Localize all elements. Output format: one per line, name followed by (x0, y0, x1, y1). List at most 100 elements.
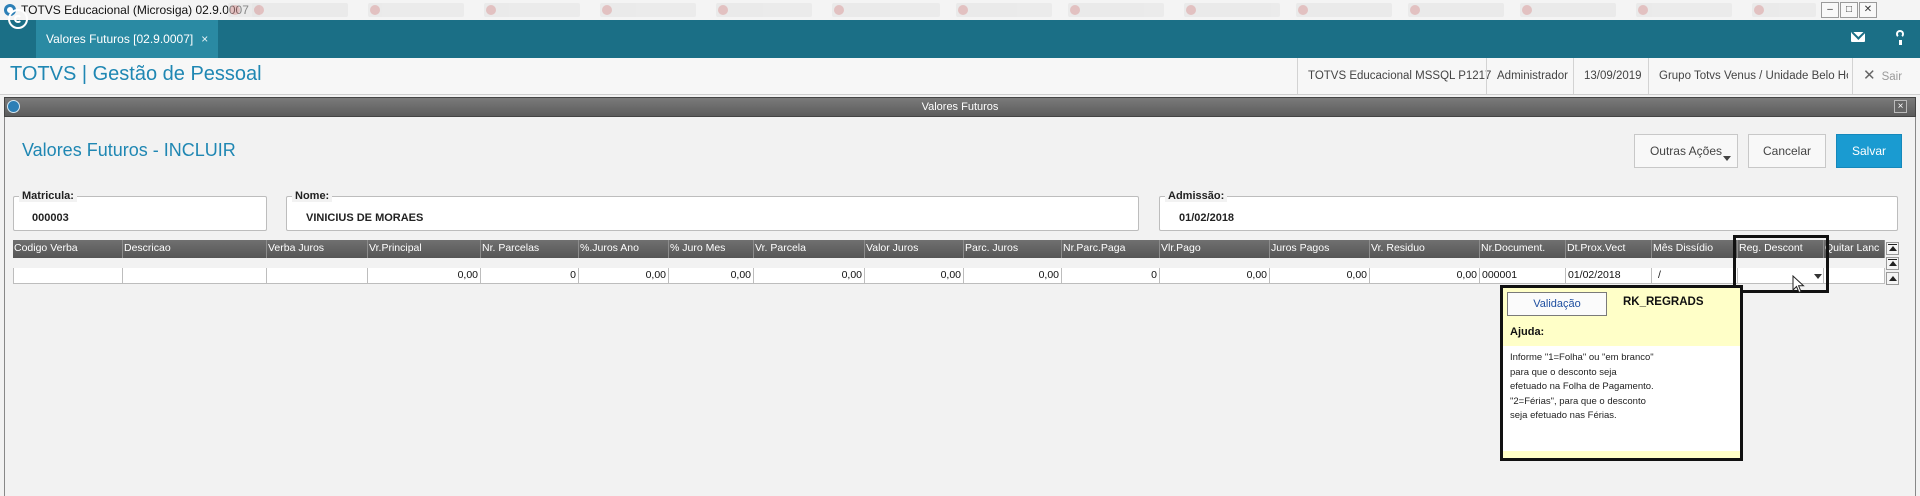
company-label: Grupo Totvs Venus / Unidade Belo Ho (1648, 58, 1848, 94)
background-taskbar-item (1068, 3, 1164, 17)
environment-label: TOTVS Educacional MSSQL P1217 (1297, 58, 1501, 94)
column-header[interactable]: %.Juros Ano (579, 240, 669, 258)
tab-label: Valores Futuros [02.9.0007] (46, 32, 194, 46)
cell-dt-prox-vect[interactable]: 01/02/2018 (1566, 268, 1652, 284)
background-taskbar-item (484, 3, 580, 17)
column-header[interactable]: Juros Pagos (1270, 240, 1370, 258)
background-taskbar-item (1408, 3, 1504, 17)
tab-valores-futuros[interactable]: Valores Futuros [02.9.0007] × (36, 20, 219, 58)
scroll-up-button[interactable] (1886, 272, 1899, 285)
background-taskbar-item (716, 3, 812, 17)
dialog-title: Valores Futuros (921, 101, 999, 113)
column-header[interactable]: Descricao (123, 240, 267, 258)
column-header[interactable]: Vr. Parcela (754, 240, 865, 258)
cell-juro-mes[interactable]: 0,00 (669, 268, 754, 284)
background-taskbar-item (600, 3, 696, 17)
logout-button[interactable]: ✕ Sair (1852, 58, 1912, 94)
close-icon: ✕ (1863, 67, 1876, 84)
maximize-button[interactable]: □ (1840, 2, 1858, 18)
column-header[interactable]: % Juro Mes (669, 240, 754, 258)
column-header[interactable]: Codigo Verba (13, 240, 123, 258)
highlight-outline (1733, 235, 1829, 293)
os-window-title: TOTVS Educacional (Microsiga) 02.9.0007 (21, 3, 249, 17)
help-icon[interactable] (1893, 30, 1907, 46)
admissao-field[interactable] (1159, 196, 1898, 231)
cell-juros-pagos[interactable]: 0,00 (1270, 268, 1370, 284)
grid-row-gap (13, 258, 1885, 268)
help-line: efetuado na Folha de Pagamento. (1510, 381, 1654, 392)
background-taskbar-item (1636, 3, 1732, 17)
background-taskbar-item (1184, 3, 1280, 17)
other-actions-button[interactable]: Outras Ações (1634, 134, 1738, 168)
form-title: Valores Futuros - INCLUIR (22, 140, 236, 160)
product-title: TOTVS | Gestão de Pessoal (10, 63, 262, 85)
matricula-label: Matricula: (19, 190, 77, 202)
matricula-value: 000003 (32, 212, 69, 224)
background-taskbar-item (956, 3, 1052, 17)
column-header[interactable]: Dt.Prox.Vect (1566, 240, 1652, 258)
column-header[interactable]: Parc. Juros (964, 240, 1062, 258)
background-taskbar-item (832, 3, 940, 17)
admissao-label: Admissão: (1165, 190, 1228, 202)
scroll-top-button[interactable] (1886, 242, 1899, 255)
help-title: Ajuda: (1510, 326, 1545, 338)
column-header[interactable]: Mês Dissídio (1652, 240, 1738, 258)
close-window-button[interactable]: ✕ (1859, 2, 1877, 18)
column-header[interactable]: Vlr.Pago (1160, 240, 1270, 258)
other-actions-label: Outras Ações (1649, 144, 1723, 158)
cell-vr-principal[interactable]: 0,00 (368, 268, 481, 284)
cell-codigo-verba[interactable] (13, 268, 123, 284)
mail-icon[interactable] (1851, 32, 1865, 42)
background-taskbar-item (1752, 3, 1816, 17)
column-header[interactable]: Nr.Document. (1480, 240, 1566, 258)
cell-descricao[interactable] (123, 268, 267, 284)
mouse-cursor-icon (1792, 275, 1805, 294)
cancel-button[interactable]: Cancelar (1748, 134, 1826, 168)
background-taskbar-item (1520, 3, 1616, 17)
cell-vr-residuo[interactable]: 0,00 (1370, 268, 1480, 284)
minimize-button[interactable]: – (1821, 2, 1839, 18)
home-icon[interactable] (8, 9, 28, 29)
nome-label: Nome: (292, 190, 333, 202)
help-line: seja efetuado nas Férias. (1510, 410, 1617, 421)
cell-juros-ano[interactable]: 0,00 (579, 268, 669, 284)
user-label: Administrador (1486, 58, 1578, 94)
background-taskbar-item (368, 3, 464, 17)
cell-nr-parc-paga[interactable]: 0 (1062, 268, 1160, 284)
cell-parc-juros[interactable]: 0,00 (964, 268, 1062, 284)
dropdown-arrow-icon[interactable] (1814, 274, 1822, 279)
help-line: para que o desconto seja (1510, 366, 1617, 378)
help-line: "2=Férias", para que o desconto (1510, 395, 1646, 407)
cell-nr-parcelas[interactable]: 0 (481, 268, 579, 284)
cell-valor-juros[interactable]: 0,00 (865, 268, 964, 284)
app-tab-bar (0, 20, 1920, 58)
column-header[interactable]: Vr. Residuo (1370, 240, 1480, 258)
column-header[interactable]: Nr.Parc.Paga (1062, 240, 1160, 258)
dialog-close-button[interactable]: × (1894, 100, 1907, 113)
cell-vlr-pago[interactable]: 0,00 (1160, 268, 1270, 284)
column-header[interactable]: Verba Juros (267, 240, 368, 258)
date-label: 13/09/2019 (1573, 58, 1652, 94)
column-header[interactable]: Vr.Principal (368, 240, 481, 258)
background-taskbar-item (252, 3, 348, 17)
column-header[interactable]: Nr. Parcelas (481, 240, 579, 258)
caret-down-icon (1723, 156, 1731, 161)
cell-nr-document[interactable]: 000001 (1480, 268, 1566, 284)
admissao-value: 01/02/2018 (1179, 212, 1235, 224)
cell-quitar-lanc[interactable] (1824, 268, 1885, 284)
help-text: Informe "1=Folha" ou "em branco" para qu… (1510, 351, 1730, 424)
nome-value: VINICIUS DE MORAES (306, 212, 424, 224)
cell-mes-dissidio[interactable]: / (1652, 268, 1738, 284)
cell-vr-parcela[interactable]: 0,00 (754, 268, 865, 284)
help-field-name: RK_REGRADS (1623, 296, 1704, 308)
cell-verba-juros[interactable] (267, 268, 368, 284)
column-header[interactable]: Quitar Lanc (1824, 240, 1885, 258)
save-button[interactable]: Salvar (1836, 134, 1902, 168)
tab-close-icon[interactable]: × (201, 32, 208, 46)
logout-label: Sair (1881, 71, 1903, 83)
scroll-page-up-button[interactable] (1886, 257, 1899, 270)
column-header[interactable]: Valor Juros (865, 240, 964, 258)
background-taskbar-item (1296, 3, 1392, 17)
help-line: Informe "1=Folha" ou "em branco" (1510, 352, 1654, 363)
validation-button[interactable]: Validação (1507, 292, 1607, 316)
